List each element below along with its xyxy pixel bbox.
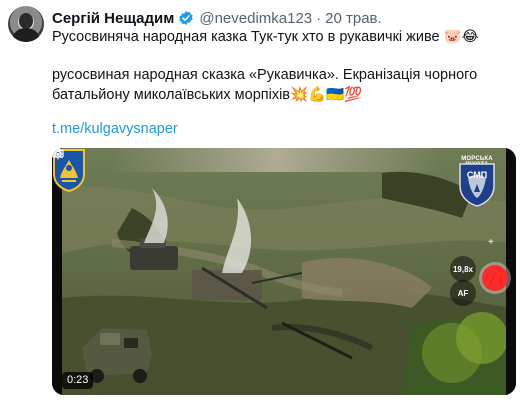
author-display-name[interactable]: Сергій Нещадим: [52, 10, 174, 27]
marines-emblem: МОРСЬКА ПІХОТА СМП: [454, 156, 500, 208]
verified-badge-icon: [179, 11, 194, 25]
separator-dot: ·: [316, 9, 322, 27]
video-player[interactable]: МОРСЬКА ПІХОТА СМП + 19,8x AF 0:23: [52, 148, 516, 395]
marines-emblem-icon: [459, 163, 495, 207]
gear-icon[interactable]: [52, 148, 64, 160]
author-handle[interactable]: @nevedimka123: [199, 10, 312, 27]
tweet-header: Сергій Нещадим @nevedimka123 · 20 трав.: [52, 8, 382, 28]
avatar[interactable]: [8, 6, 44, 42]
tweet[interactable]: Сергій Нещадим @nevedimka123 · 20 трав. …: [0, 0, 525, 409]
record-icon[interactable]: [482, 265, 508, 291]
video-duration-badge: 0:23: [62, 372, 94, 389]
tweet-text-line-1: Русосвиняча народная казка Тук-тук хто в…: [52, 29, 479, 45]
video-frame: [52, 148, 516, 395]
avatar-shoulders: [13, 28, 39, 42]
avatar-head: [19, 13, 33, 29]
tweet-link[interactable]: t.me/kulgavysnaper: [52, 119, 512, 139]
tweet-timestamp[interactable]: 20 трав.: [325, 10, 382, 27]
emblem-text: СМП: [466, 170, 488, 180]
tweet-text-line-2: русосвиная народная сказка «Рукавичка». …: [52, 67, 478, 83]
tweet-text-line-3: батальйону миколаївських морпіхів💥💪🇺🇦💯: [52, 87, 363, 103]
plus-icon[interactable]: +: [488, 237, 500, 249]
zoom-level-button[interactable]: 19,8x: [450, 256, 476, 282]
autofocus-button[interactable]: AF: [450, 280, 476, 306]
